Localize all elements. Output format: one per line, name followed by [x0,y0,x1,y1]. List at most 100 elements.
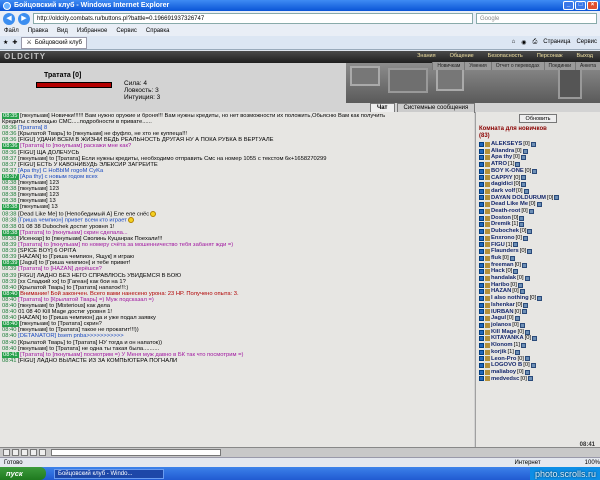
subnav-fights[interactable]: Поединки [543,62,576,70]
private-message-icon[interactable] [479,235,484,241]
private-message-icon[interactable] [479,269,484,275]
user-entry[interactable]: Dead Like Me [0] [479,201,597,208]
chat-message[interactable]: [пкнупыам] to [Тратата] Если нужны креди… [18,156,326,162]
private-message-icon[interactable] [479,195,484,201]
info-icon[interactable] [527,228,533,234]
menu-tools[interactable]: Сервис [116,28,137,34]
chat-message[interactable]: [Исенкар] to [пкнупыам] Сволинь Куцанрак… [18,236,162,242]
favorites-star-icon[interactable]: ★ [3,39,8,46]
user-name[interactable]: Jagul [491,315,506,322]
menu-file[interactable]: Файл [4,28,19,34]
private-message-icon[interactable] [479,356,484,362]
user-entry[interactable]: Death-root [0] [479,208,597,215]
add-favorite-icon[interactable]: ✚ [12,39,17,46]
chat-message[interactable]: [Тратата] to [пкнупыам] раскажи мне как? [20,143,131,149]
player-name[interactable]: Тратата [0] [44,72,81,79]
chat-message[interactable]: [Apa thy] с новым годом всех [20,174,97,180]
private-message-icon[interactable] [479,289,484,295]
info-icon[interactable] [520,155,526,161]
user-entry[interactable]: dark volf [0] [479,188,597,195]
chat-message[interactable]: [пкнупыам] 13 [20,204,58,210]
user-entry[interactable]: BOY K-ONE [0] [479,168,597,175]
private-message-icon[interactable] [479,302,484,308]
info-icon[interactable] [514,349,520,355]
info-icon[interactable] [524,329,530,335]
nav-communication[interactable]: Общение [443,51,481,61]
info-icon[interactable] [521,342,527,348]
chat-message[interactable]: [Тратата] to [Крылатой Тварь] =) Муж под… [18,297,154,303]
chat-message[interactable]: [пкнупыам] 13 [18,198,56,204]
user-entry[interactable]: HAZAN [0] [479,288,597,295]
info-icon[interactable] [530,363,536,369]
info-icon[interactable] [522,262,528,268]
subnav-newbies[interactable]: Новичкам [432,62,464,70]
chat-message[interactable]: [Гриша чемпион] привет всем кто играет [18,218,127,224]
info-icon[interactable] [532,336,538,342]
menu-help[interactable]: Справка [146,28,170,34]
user-name[interactable]: BOY K-ONE [491,168,524,175]
user-name[interactable]: Klonom [491,342,513,349]
nav-exit[interactable]: Выход [570,51,600,61]
chat-message[interactable]: [пкнупыам] 123 [18,192,59,198]
user-entry[interactable]: LOGOVO B [0] [479,362,597,369]
user-entry[interactable]: Enxrono [0] [479,235,597,242]
user-name[interactable]: medvedsc [491,376,519,383]
user-name[interactable]: FIGU [491,242,505,249]
user-name[interactable]: Apa thy [491,154,512,161]
private-message-icon[interactable] [479,148,484,154]
private-message-icon[interactable] [479,249,484,255]
info-icon[interactable] [528,208,534,214]
private-message-icon[interactable] [479,222,484,228]
private-message-icon[interactable] [479,369,484,375]
private-message-icon[interactable] [479,228,484,234]
user-name[interactable]: korjik [491,349,506,356]
user-entry[interactable]: korjik [1] [479,349,597,356]
private-message-icon[interactable] [479,161,484,167]
chat-message[interactable]: [SPICE BOY] 6 ОРІТА [18,248,76,254]
nav-character[interactable]: Персонаж [530,51,570,61]
user-entry[interactable]: ALEKSEYS [0] [479,141,597,148]
info-icon[interactable] [527,376,533,382]
user-entry[interactable]: freeman [0] [479,262,597,269]
user-name[interactable]: Kill Mage [491,329,516,336]
user-entry[interactable]: Dremik [1] [479,221,597,228]
chat-message[interactable]: [пкнупыам] Новички!!!!!! Вам нужно оружи… [20,113,385,119]
user-name[interactable]: Hack [491,268,505,275]
chat-message[interactable]: [Тратата] to [пкнупыам] посмотрим =) У М… [20,352,243,358]
info-icon[interactable] [519,322,525,328]
user-name[interactable]: Haribo [491,282,509,289]
info-icon[interactable] [519,222,525,228]
scene-door[interactable] [558,67,582,99]
user-name[interactable]: Aliandra [491,148,514,155]
info-icon[interactable] [519,289,525,295]
info-icon[interactable] [527,249,533,255]
info-icon[interactable] [521,182,527,188]
zoom-level[interactable]: 100% [585,460,600,466]
home-icon[interactable]: ⌂ [512,39,516,46]
private-message-icon[interactable] [479,155,484,161]
user-name[interactable]: ATRO [491,161,507,168]
private-message-icon[interactable] [479,316,484,322]
private-message-icon[interactable] [479,262,484,268]
chat-message[interactable]: [Тратата] to [пкнупыам] скрин сделала... [20,230,128,236]
private-message-icon[interactable] [479,282,484,288]
user-entry[interactable]: I also nothing [0] [479,295,597,302]
private-message-icon[interactable] [479,329,484,335]
chat-message[interactable]: [пкнупыам] to [Тратата] не одна ты такая… [18,346,159,352]
user-entry[interactable]: Apa thy [0] [479,154,597,161]
private-message-icon[interactable] [479,342,484,348]
private-message-icon[interactable] [479,175,484,181]
info-icon[interactable] [521,175,527,181]
nav-security[interactable]: Безопасность [481,51,530,61]
info-icon[interactable] [517,282,523,288]
user-entry[interactable]: Haribo [0] [479,282,597,289]
private-message-icon[interactable] [479,349,484,355]
search-input[interactable]: Google [476,13,597,24]
subnav-transfers[interactable]: Отчет о переводах [490,62,544,70]
user-name[interactable]: Dremik [491,221,511,228]
user-name[interactable]: Doston [491,215,511,222]
nav-knowledge[interactable]: Знания [410,51,443,61]
chat-message[interactable]: [Крылатой Тварь] to [Тратата] напаток!!!… [18,285,128,291]
info-icon[interactable] [524,275,530,281]
user-entry[interactable]: fluk [0] [479,255,597,262]
